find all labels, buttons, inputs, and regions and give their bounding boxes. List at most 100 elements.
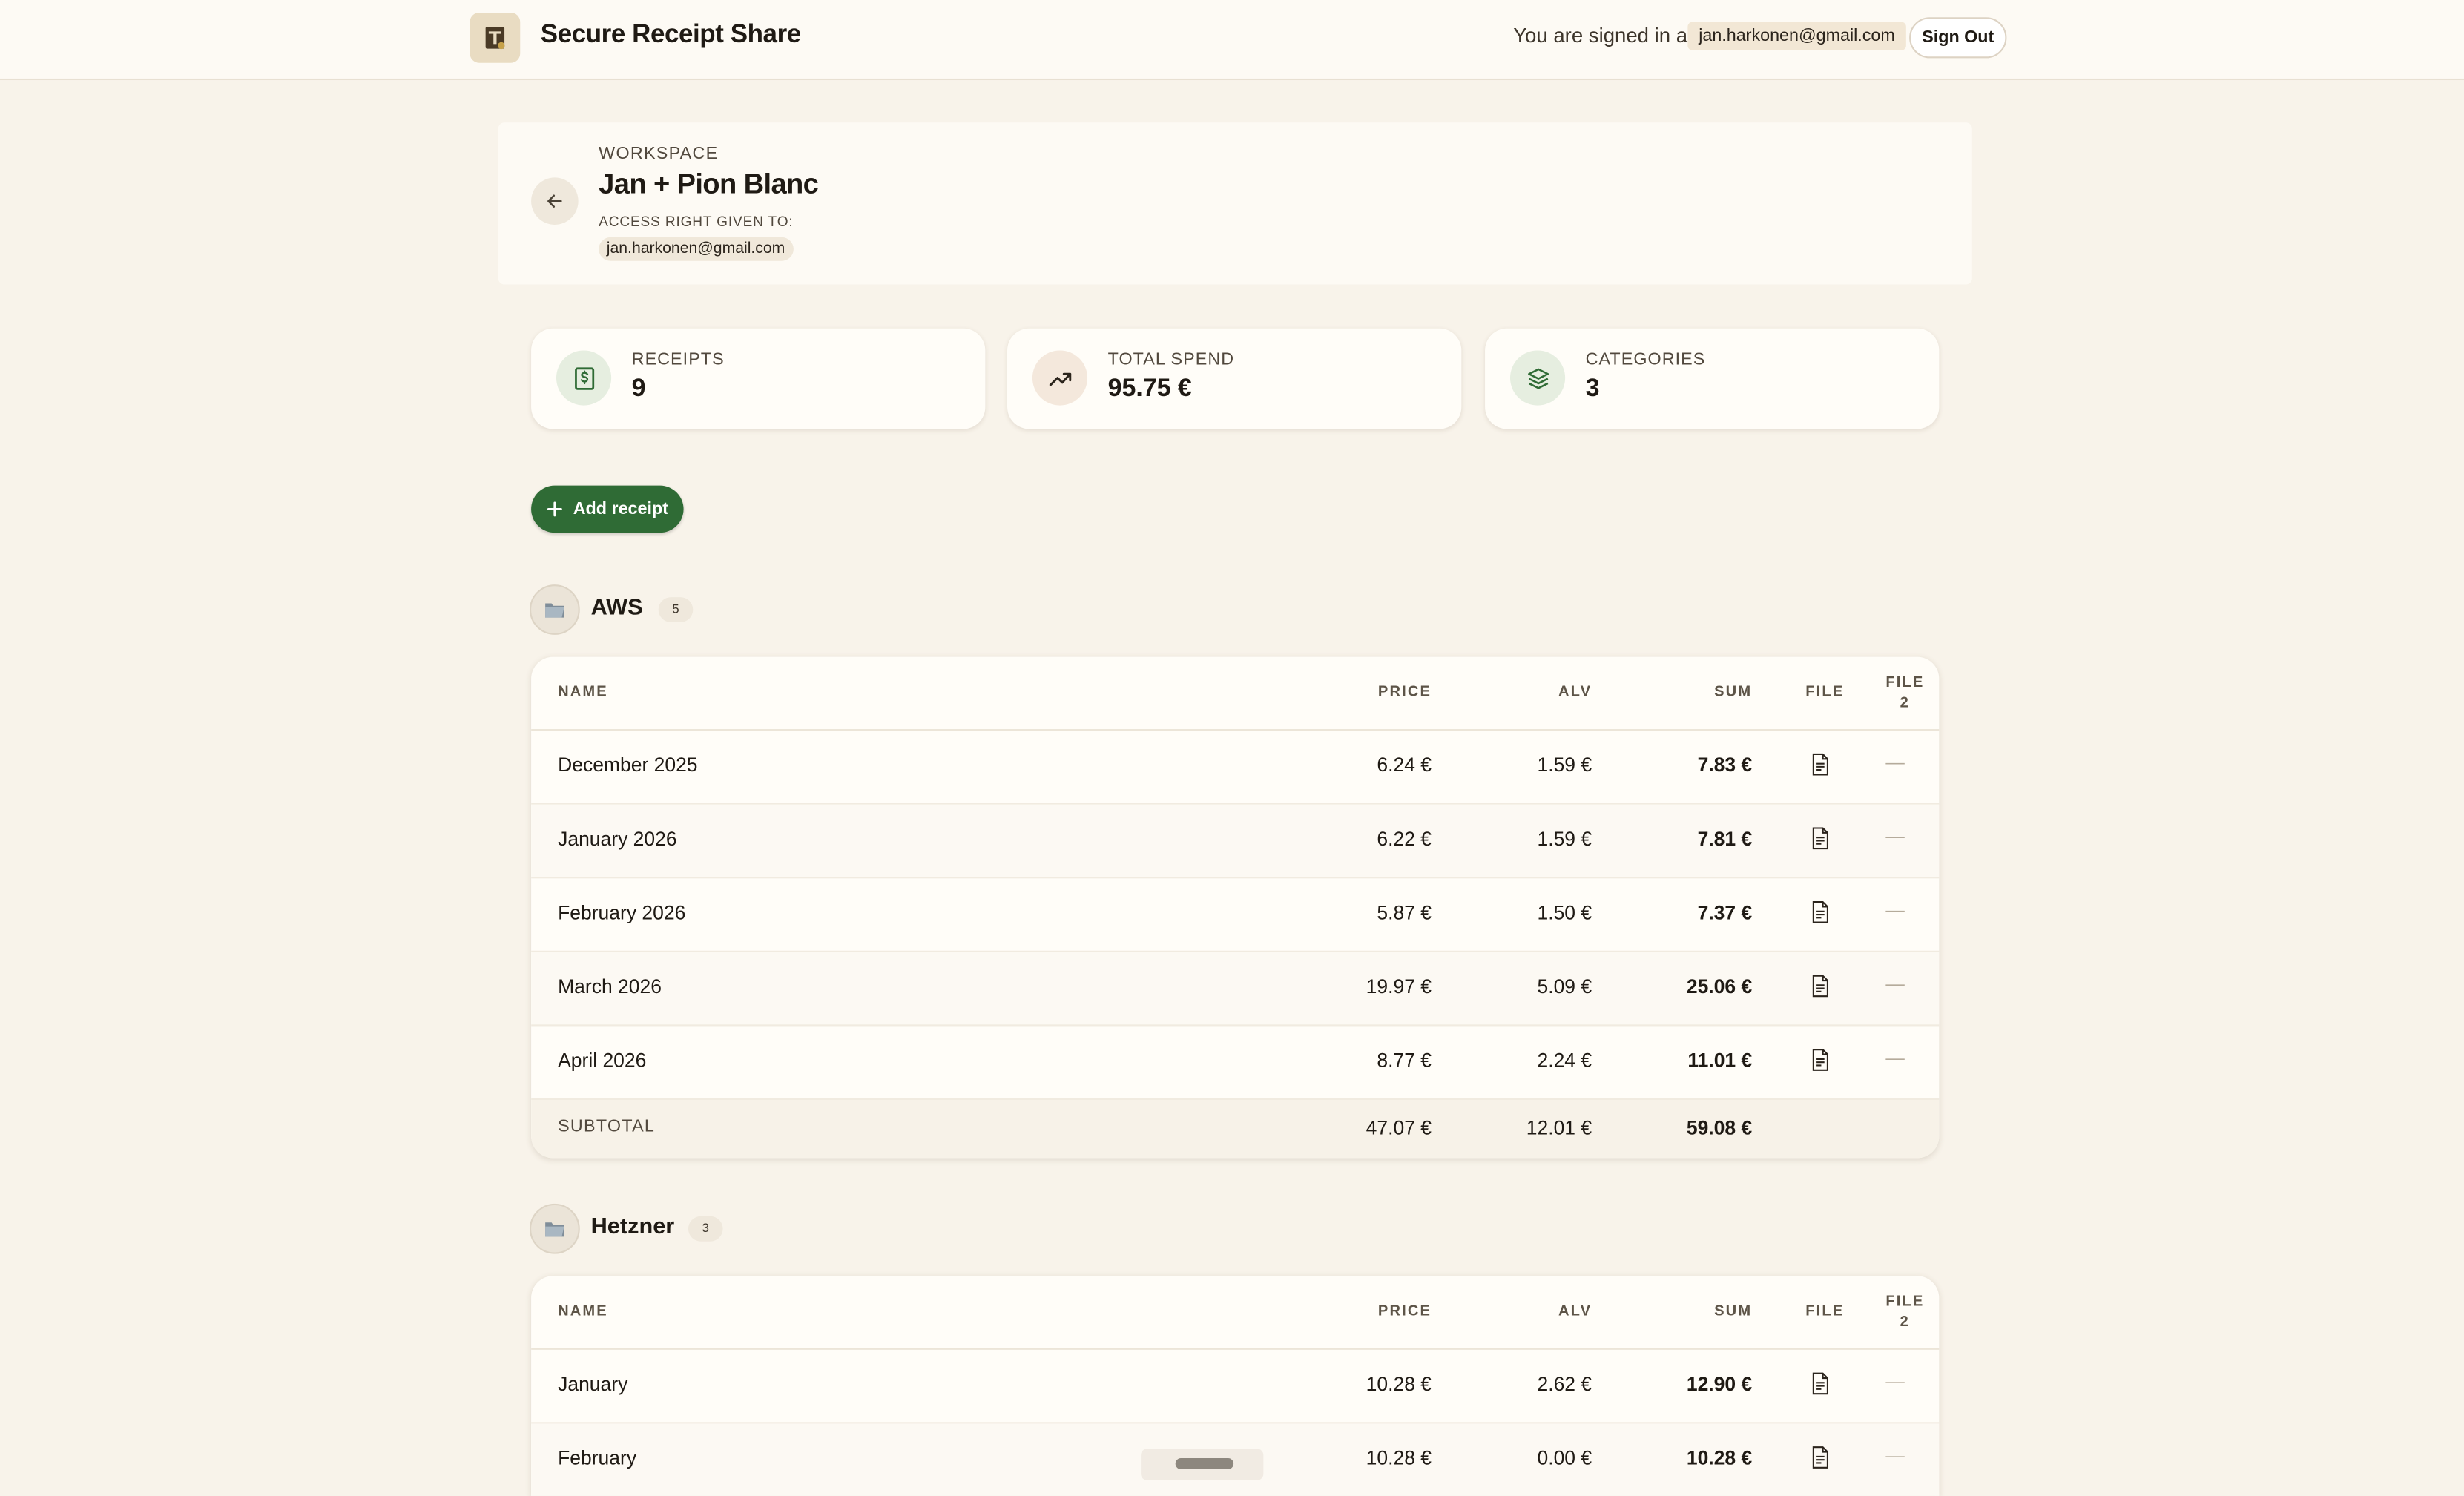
cell-name: January 2026 [558, 828, 677, 851]
cell-sum: 7.81 € [1697, 828, 1753, 851]
dollar-receipt-icon [556, 350, 612, 406]
col-alv[interactable]: ALV [1558, 684, 1592, 701]
cell-alv: 5.09 € [1537, 975, 1592, 998]
top-bar: Secure Receipt Share You are signed in a… [0, 0, 2464, 81]
trending-up-icon [1032, 350, 1088, 406]
col-file: FILE [1805, 683, 1845, 701]
file2-empty: — [1885, 751, 1905, 774]
cell-price: 19.97 € [1366, 975, 1432, 998]
table-row[interactable]: March 2026 19.97 € 5.09 € 25.06 € — [531, 952, 1940, 1027]
layers-icon [1509, 350, 1566, 406]
col-sum[interactable]: SUM [1714, 684, 1752, 701]
cell-sum: 7.37 € [1697, 902, 1753, 924]
col-file2: FILE 2 [1885, 1291, 1924, 1332]
cell-alv: 1.50 € [1537, 902, 1592, 924]
cell-name: April 2026 [558, 1049, 647, 1072]
cell-name: February 2026 [558, 902, 686, 924]
scroll-indicator[interactable] [1175, 1458, 1234, 1469]
arrow-left-icon [547, 194, 562, 208]
file-document-icon[interactable] [1811, 753, 1831, 777]
file-document-icon[interactable] [1811, 1048, 1831, 1072]
cell-price: 5.87 € [1377, 902, 1432, 924]
col-price[interactable]: PRICE [1378, 1302, 1432, 1319]
cell-alv: 2.62 € [1537, 1373, 1592, 1396]
add-receipt-label: Add receipt [573, 499, 668, 519]
cell-sum: 11.01 € [1687, 1049, 1753, 1072]
file2-empty: — [1885, 825, 1905, 847]
receipts-table-aws: NAME PRICE ALV SUM FILE FILE 2 December … [531, 656, 1940, 1159]
col-file2: FILE 2 [1885, 673, 1924, 714]
table-row[interactable]: December 2025 6.24 € 1.59 € 7.83 € — [531, 731, 1940, 805]
cell-sum: 25.06 € [1686, 975, 1753, 998]
cell-name: March 2026 [558, 975, 662, 998]
file-document-icon[interactable] [1811, 900, 1831, 924]
table-body: December 2025 6.24 € 1.59 € 7.83 € — Jan… [531, 731, 1940, 1101]
folder-icon [529, 584, 580, 635]
category-count-badge: 3 [688, 1216, 723, 1242]
cell-price: 6.24 € [1377, 754, 1432, 777]
subtotal-alv: 12.01 € [1526, 1117, 1592, 1139]
file-document-icon[interactable] [1811, 1446, 1831, 1469]
cell-sum: 10.28 € [1686, 1447, 1753, 1469]
file2-empty: — [1885, 1443, 1905, 1466]
cell-price: 6.22 € [1377, 828, 1432, 851]
cell-sum: 12.90 € [1686, 1373, 1753, 1396]
app-title: Secure Receipt Share [540, 20, 801, 49]
file-document-icon[interactable] [1811, 975, 1831, 998]
col-file2-line2: 2 [1900, 1314, 1911, 1331]
table-row[interactable]: April 2026 8.77 € 2.24 € 11.01 € — [531, 1026, 1940, 1101]
category-name: AWS [590, 595, 643, 621]
stat-card-receipts: RECEIPTS 9 [531, 328, 986, 429]
plus-icon [547, 501, 562, 517]
cell-name: February [558, 1447, 637, 1469]
subtotal-row: SUBTOTAL 47.07 € 12.01 € 59.08 € [531, 1100, 1940, 1159]
stat-value: 3 [1585, 375, 1600, 403]
cell-price: 8.77 € [1377, 1049, 1432, 1072]
file2-empty: — [1885, 972, 1905, 995]
file2-empty: — [1885, 1370, 1905, 1393]
col-sum[interactable]: SUM [1714, 1302, 1752, 1319]
stat-label: RECEIPTS [631, 350, 725, 369]
col-price[interactable]: PRICE [1378, 684, 1432, 701]
cell-alv: 0.00 € [1537, 1447, 1592, 1469]
table-row[interactable]: January 10.28 € 2.62 € 12.90 € — [531, 1350, 1940, 1424]
col-name[interactable]: NAME [558, 684, 608, 701]
cell-alv: 2.24 € [1537, 1049, 1592, 1072]
cell-alv: 1.59 € [1537, 754, 1592, 777]
file2-empty: — [1885, 898, 1905, 921]
cell-price: 10.28 € [1366, 1373, 1432, 1396]
subtotal-sum: 59.08 € [1686, 1117, 1753, 1139]
stat-value: 95.75 € [1107, 375, 1192, 403]
stat-card-total-spend: TOTAL SPEND 95.75 € [1007, 328, 1462, 429]
back-button[interactable] [531, 177, 579, 225]
cell-name: January [558, 1373, 628, 1396]
col-file2-line1: FILE [1885, 673, 1925, 692]
sign-out-button[interactable]: Sign Out [1909, 17, 2007, 59]
cell-alv: 1.59 € [1537, 828, 1592, 851]
col-name[interactable]: NAME [558, 1302, 608, 1319]
cell-name: December 2025 [558, 754, 698, 777]
folder-icon [529, 1203, 580, 1254]
table-row[interactable]: February 2026 5.87 € 1.50 € 7.37 € — [531, 878, 1940, 952]
table-header: NAME PRICE ALV SUM FILE FILE 2 [531, 1276, 1940, 1350]
stat-label: CATEGORIES [1585, 350, 1706, 369]
file-document-icon[interactable] [1811, 826, 1831, 850]
file-document-icon[interactable] [1811, 1372, 1831, 1396]
subtotal-label: SUBTOTAL [558, 1117, 656, 1136]
workspace-name: Jan + Pion Blanc [599, 168, 819, 200]
col-alv[interactable]: ALV [1558, 1302, 1592, 1319]
workspace-card: WORKSPACE Jan + Pion Blanc ACCESS RIGHT … [498, 122, 1972, 285]
cell-price: 10.28 € [1366, 1447, 1432, 1469]
stat-card-categories: CATEGORIES 3 [1485, 328, 1940, 429]
col-file2-line2: 2 [1900, 694, 1911, 712]
table-row[interactable]: January 2026 6.22 € 1.59 € 7.81 € — [531, 804, 1940, 879]
subtotal-price: 47.07 € [1366, 1117, 1432, 1139]
file2-empty: — [1885, 1046, 1905, 1069]
col-file: FILE [1805, 1302, 1845, 1320]
col-file2-line1: FILE [1885, 1293, 1925, 1311]
receipt-logo-icon [470, 12, 521, 63]
add-receipt-button[interactable]: Add receipt [531, 485, 684, 533]
user-email-badge: jan.harkonen@gmail.com [1687, 22, 1906, 50]
category-count-badge: 5 [658, 597, 694, 622]
access-email-badge: jan.harkonen@gmail.com [599, 237, 793, 261]
